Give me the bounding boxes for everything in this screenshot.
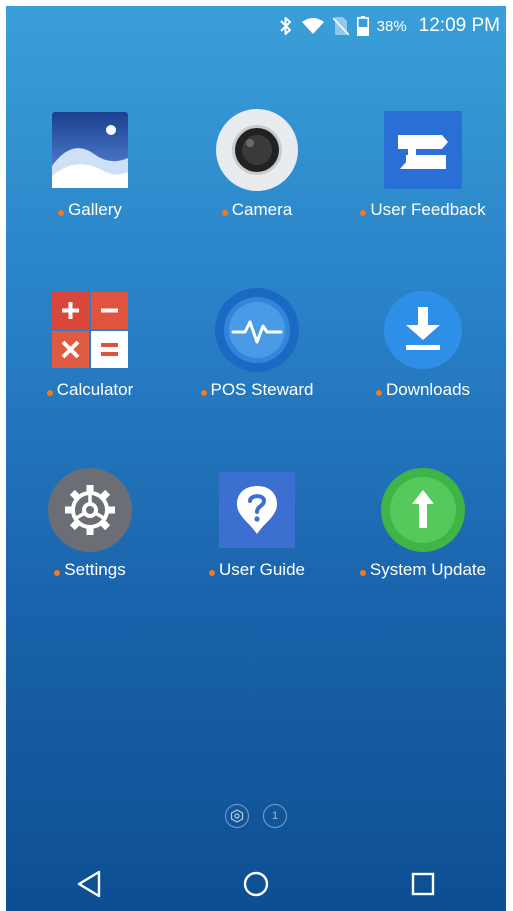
wifi-icon <box>301 17 325 35</box>
new-dot <box>359 570 366 576</box>
page-dot-1[interactable]: 1 <box>263 804 287 828</box>
calculator-icon <box>48 288 132 372</box>
app-label-pos-steward: POS Steward <box>210 380 314 399</box>
bluetooth-icon <box>279 16 293 36</box>
app-label-calculator: Calculator <box>56 380 134 399</box>
app-label-user-feedback: User Feedback <box>370 200 486 219</box>
app-pos-steward[interactable]: POS Steward <box>174 288 340 408</box>
app-label-user-guide: User Guide <box>219 560 305 579</box>
feedback-icon <box>381 108 465 192</box>
app-gallery[interactable]: Gallery <box>7 108 173 228</box>
pulse-icon <box>215 288 299 372</box>
new-dot <box>375 390 382 396</box>
battery-percent: 38% <box>376 17 407 35</box>
app-camera[interactable]: Camera <box>174 108 340 228</box>
no-sim-icon <box>332 16 349 36</box>
app-label-settings: Settings <box>64 560 126 579</box>
page-indicator: 1 <box>6 804 506 834</box>
app-calculator[interactable]: Calculator <box>7 288 173 408</box>
gear-icon <box>48 468 132 552</box>
app-label-system-update: System Update <box>369 560 487 579</box>
home-circle-icon[interactable] <box>226 859 286 909</box>
new-dot <box>46 390 53 396</box>
camera-icon <box>215 108 299 192</box>
app-downloads[interactable]: Downloads <box>340 288 506 408</box>
status-bar: 38% 12:09 PM <box>6 6 506 46</box>
battery-icon <box>356 16 369 36</box>
home-screen: 38% 12:09 PM Gallery Camera User Feedbac… <box>6 6 506 911</box>
recents-square-icon[interactable] <box>393 859 453 909</box>
new-dot <box>58 210 65 216</box>
question-icon <box>215 468 299 552</box>
app-label-camera: Camera <box>231 200 293 219</box>
new-dot <box>360 210 367 216</box>
gallery-icon <box>48 108 132 192</box>
new-dot <box>209 570 215 576</box>
download-icon <box>381 288 465 372</box>
app-system-update[interactable]: System Update <box>340 468 506 588</box>
navigation-bar <box>6 856 506 911</box>
new-dot <box>200 390 207 396</box>
app-label-downloads: Downloads <box>385 380 471 399</box>
arrow-up-icon <box>381 468 465 552</box>
hexagon-home-icon[interactable] <box>225 804 249 828</box>
app-label-gallery: Gallery <box>68 200 122 219</box>
app-settings[interactable]: Settings <box>7 468 173 588</box>
new-dot <box>221 210 228 216</box>
new-dot <box>54 570 61 576</box>
app-user-feedback[interactable]: User Feedback <box>340 108 506 228</box>
back-triangle-icon[interactable] <box>59 859 119 909</box>
app-user-guide[interactable]: User Guide <box>174 468 340 588</box>
clock: 12:09 PM <box>418 15 500 36</box>
